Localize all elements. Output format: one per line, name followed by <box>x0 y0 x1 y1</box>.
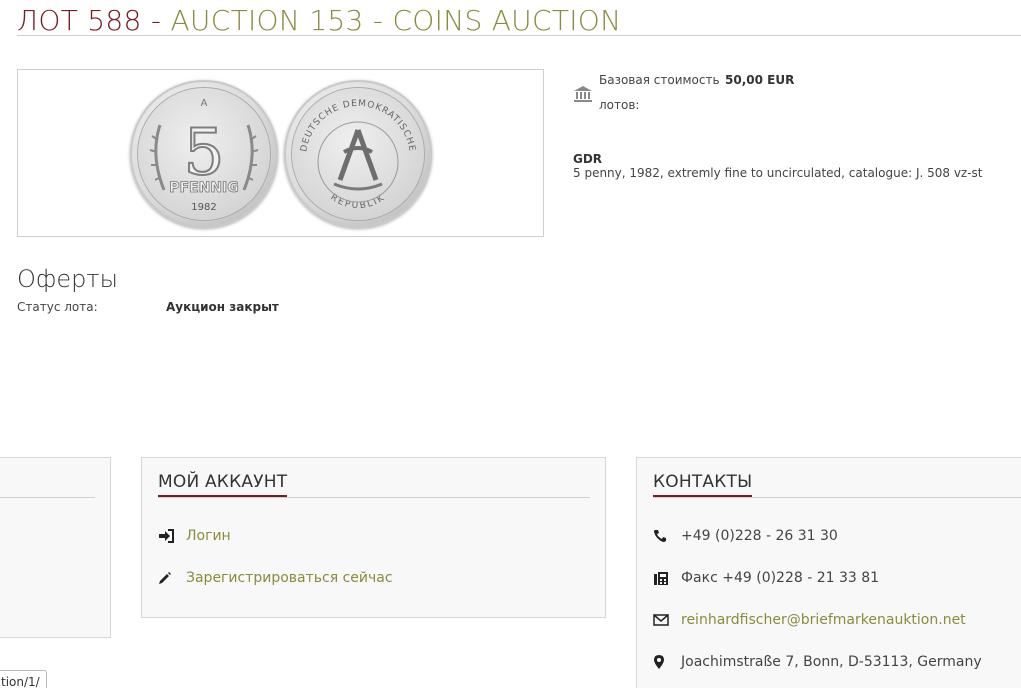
auction-name[interactable]: AUCTION 153 - COINS AUCTION <box>170 4 621 37</box>
login-item[interactable]: Логин <box>158 528 231 544</box>
contacts-panel: КОНТАКТЫ +49 (0)228 - 26 31 30 Факс +49 … <box>636 457 1021 688</box>
panel-divider <box>653 497 1021 498</box>
coin-unit: PFENNIG <box>169 180 239 196</box>
contacts-heading: КОНТАКТЫ <box>653 472 753 497</box>
pencil-icon <box>158 571 186 585</box>
phone-icon <box>653 529 681 543</box>
account-panel: МОЙ АККАУНТ Логин Зарегистрироваться сей… <box>141 457 606 618</box>
svg-text:DEUTSCHE DEMOKRATISCHE: DEUTSCHE DEMOKRATISCHE <box>299 99 416 153</box>
coin-denomination: 5 <box>184 116 225 190</box>
fax-icon <box>653 571 681 586</box>
lot-status-value: Аукцион закрыт <box>166 300 279 314</box>
lot-description: 5 penny, 1982, extremly fine to uncircul… <box>573 166 983 180</box>
title-divider <box>17 35 1021 36</box>
base-price-label: Базовая стоимость <box>599 73 720 87</box>
lots-label: лотов: <box>599 98 640 112</box>
address-text: Joachimstraße 7, Bonn, D-53113, Germany <box>681 654 982 670</box>
coin-legend-top: DEUTSCHE DEMOKRATISCHE <box>299 99 415 153</box>
footer-panel-left <box>0 457 111 638</box>
lot-number: ЛОТ 588 <box>17 4 142 37</box>
panel-divider <box>0 497 95 498</box>
url-status-tab: tion/1/ <box>0 670 47 688</box>
coin-obverse-image: 5 A PFENNIG 1982 <box>130 80 278 228</box>
fax-item: Факс +49 (0)228 - 21 33 81 <box>653 570 879 586</box>
email-link[interactable]: reinhardfischer@briefmarkenauktion.net <box>681 612 966 628</box>
fax-number: Факс +49 (0)228 - 21 33 81 <box>681 570 880 586</box>
login-link[interactable]: Логин <box>186 528 231 544</box>
panel-divider <box>158 497 590 498</box>
coin-mint-mark: A <box>201 98 208 109</box>
envelope-icon <box>653 614 681 626</box>
register-link[interactable]: Зарегистрироваться сейчас <box>186 570 393 586</box>
coin-reverse-image: DEUTSCHE DEMOKRATISCHE REPUBLIK <box>284 80 432 228</box>
map-marker-icon <box>653 654 681 670</box>
lot-image[interactable]: 5 A PFENNIG 1982 DEUTSCHE DEMOKRATISCHE … <box>17 69 544 237</box>
phone-number: +49 (0)228 - 26 31 30 <box>681 528 838 544</box>
lot-country: GDR <box>573 152 603 166</box>
lot-status-label: Статус лота: <box>17 300 98 314</box>
coin-year: 1982 <box>191 202 216 213</box>
phone-item: +49 (0)228 - 26 31 30 <box>653 528 838 544</box>
bank-icon <box>573 85 593 107</box>
address-item: Joachimstraße 7, Bonn, D-53113, Germany <box>653 654 982 670</box>
page-title: ЛОТ 588 - AUCTION 153 - COINS AUCTION <box>17 4 621 37</box>
email-item[interactable]: reinhardfischer@briefmarkenauktion.net <box>653 612 966 628</box>
offers-heading: Оферты <box>17 265 118 293</box>
base-price-value: 50,00 EUR <box>725 73 795 87</box>
account-heading: МОЙ АККАУНТ <box>158 472 288 497</box>
register-item[interactable]: Зарегистрироваться сейчас <box>158 570 393 586</box>
title-separator: - <box>141 4 171 37</box>
sign-in-icon <box>158 529 186 543</box>
